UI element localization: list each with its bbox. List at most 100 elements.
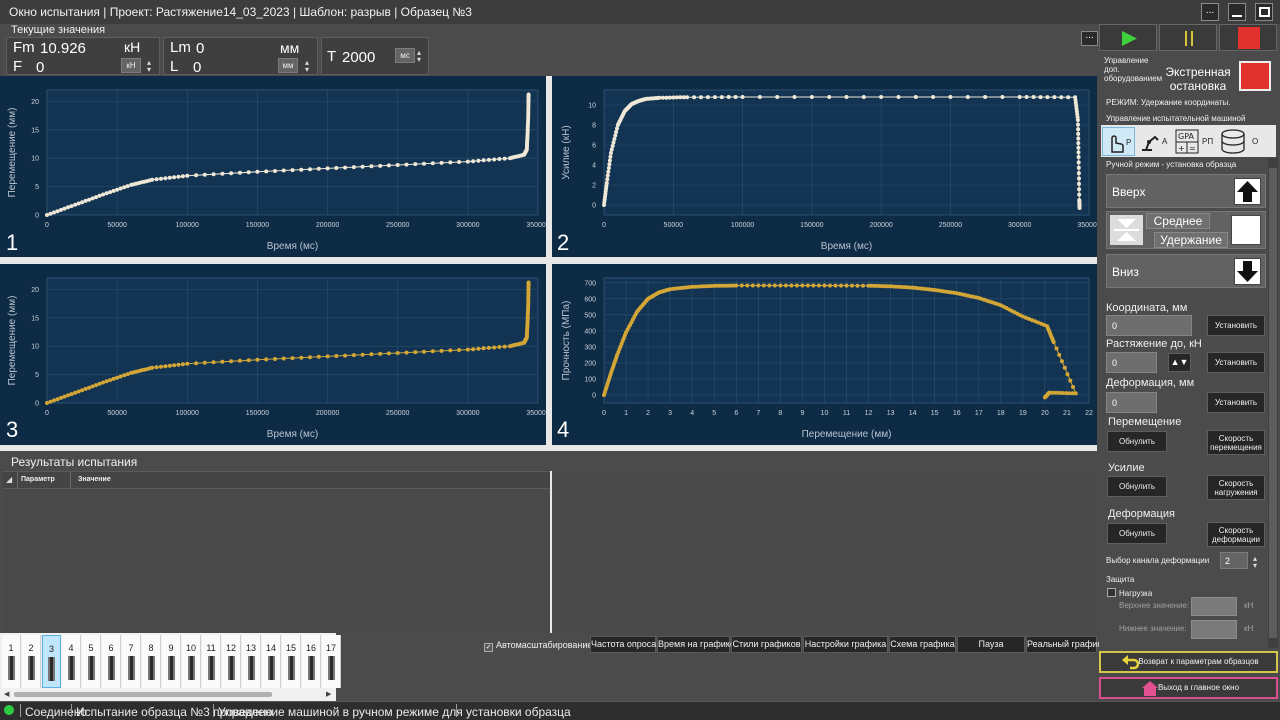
set-stretch-button[interactable]: Установить (1207, 352, 1265, 373)
t-unit-select[interactable]: мс (395, 48, 415, 63)
tab-database[interactable]: О (1217, 127, 1265, 156)
sample-slot-11[interactable]: 11 (202, 635, 221, 688)
specimen-icon (87, 656, 95, 680)
sample-slot-13[interactable]: 13 (242, 635, 261, 688)
data-point (739, 283, 744, 288)
move-down-button[interactable]: Вниз (1106, 254, 1266, 288)
load-checkbox-box[interactable] (1107, 588, 1116, 597)
specimen-icon (48, 657, 55, 681)
sample-slot-1[interactable]: 1 (2, 635, 21, 688)
y-axis-label: Перемещение (мм) (7, 296, 18, 386)
tab-program[interactable]: GPA + = РП (1173, 127, 1215, 156)
emergency-stop-button[interactable] (1239, 61, 1271, 91)
f-unit-select[interactable]: кН (121, 58, 141, 73)
sample-slot-7[interactable]: 7 (122, 635, 141, 688)
data-point (610, 144, 615, 148)
menu-dots-button[interactable]: ... (1201, 3, 1219, 21)
deformation-input[interactable]: 0 (1106, 392, 1157, 413)
sample-slot-2[interactable]: 2 (22, 635, 41, 688)
reset-movement-button[interactable]: Обнулить (1107, 431, 1167, 452)
sample-slot-9[interactable]: 9 (162, 635, 181, 688)
more-options-button[interactable]: ... (1081, 31, 1098, 46)
data-point (839, 283, 843, 288)
home-icon (1142, 681, 1158, 696)
reset-force-button[interactable]: Обнулить (1107, 476, 1167, 497)
lower-value-input[interactable] (1191, 620, 1237, 639)
checkmark-icon[interactable]: ✓ (484, 643, 493, 652)
data-point (220, 359, 225, 364)
pause-button[interactable]: Пауза (957, 636, 1025, 653)
scroll-left-icon[interactable]: ◀ (4, 690, 9, 698)
load-checkbox[interactable]: Нагрузка (1107, 588, 1152, 598)
sample-slot-5[interactable]: 5 (82, 635, 101, 688)
channel-spinner-icon[interactable]: ▴ ▾ (1253, 555, 1257, 570)
set-coordinate-button[interactable]: Установить (1207, 315, 1265, 336)
real-chart-button[interactable]: Реальный график (1026, 636, 1101, 653)
right-panel-scroll-thumb[interactable] (1269, 168, 1277, 638)
sample-slot-16[interactable]: 16 (302, 635, 321, 688)
data-point (122, 373, 127, 378)
col-param-header[interactable]: Параметр (21, 476, 55, 483)
center-position-button[interactable] (1110, 215, 1143, 245)
move-up-button[interactable]: Вверх (1106, 174, 1266, 208)
back-to-samples-button[interactable]: Возврат к параметрам образцов (1099, 651, 1278, 673)
minimize-button[interactable] (1228, 3, 1246, 21)
sample-slot-4[interactable]: 4 (62, 635, 81, 688)
upper-value-input[interactable] (1191, 597, 1237, 616)
maximize-button[interactable] (1255, 3, 1273, 21)
sample-slot-8[interactable]: 8 (142, 635, 161, 688)
autoscale-checkbox[interactable]: ✓ Автомасштабирование (484, 640, 592, 652)
channel-select[interactable]: 2 (1220, 552, 1248, 569)
lower-value-label: Нижнее значение: (1119, 624, 1187, 633)
sample-slot-3[interactable]: 3 (42, 635, 61, 688)
set-deformation-button[interactable]: Установить (1207, 392, 1265, 413)
coordinate-input[interactable]: 0 (1106, 315, 1192, 336)
chart-settings-button[interactable]: Настройки графика (803, 636, 888, 653)
data-point (606, 166, 611, 170)
l-unit-select[interactable]: мм (278, 58, 298, 73)
f-unit-spinner-icon[interactable]: ▴ ▾ (147, 59, 151, 74)
chart-scheme-button[interactable]: Схема графика (889, 636, 956, 653)
sample-slot-14[interactable]: 14 (262, 635, 281, 688)
y-tick-label: 0 (592, 203, 596, 210)
sample-tray-scroll-thumb[interactable] (14, 692, 272, 697)
sample-slot-10[interactable]: 10 (182, 635, 201, 688)
start-button[interactable] (1099, 24, 1157, 51)
hold-toggle[interactable] (1231, 215, 1261, 245)
stop-button[interactable] (1219, 24, 1277, 51)
data-point (108, 190, 113, 195)
reset-deformation-button[interactable]: Обнулить (1107, 523, 1167, 544)
l-unit-spinner-icon[interactable]: ▴ ▾ (305, 59, 309, 74)
poll-frequency-button[interactable]: Частота опроса (590, 636, 656, 653)
data-point (497, 157, 502, 161)
scroll-right-icon[interactable]: ▶ (326, 690, 331, 698)
sort-triangle-icon[interactable]: ◢ (6, 475, 12, 484)
t-unit-spinner-icon[interactable]: ▴ ▾ (417, 49, 421, 64)
time-on-chart-button[interactable]: Время на графике (657, 636, 735, 653)
tab-manual[interactable]: P (1102, 127, 1135, 156)
hold-button[interactable]: Удержание (1154, 232, 1228, 248)
stretch-spinner-icon[interactable]: ▲▼ (1168, 353, 1191, 372)
data-point (73, 390, 78, 395)
sample-slot-17[interactable]: 17 (322, 635, 341, 688)
x-tick-label: 250000 (939, 222, 962, 229)
col-value-header[interactable]: Значение (78, 476, 111, 483)
sample-slot-6[interactable]: 6 (102, 635, 121, 688)
hold-pause-button[interactable] (1159, 24, 1217, 51)
middle-button[interactable]: Среднее (1146, 213, 1210, 229)
chart-styles-button[interactable]: Стили графиков (731, 636, 802, 653)
sample-slot-15[interactable]: 15 (282, 635, 301, 688)
stretch-input[interactable]: 0 (1106, 352, 1157, 373)
load-speed-button[interactable]: Скорость нагружения (1207, 475, 1265, 500)
load-checkbox-label: Нагрузка (1119, 589, 1153, 598)
data-point (83, 198, 88, 203)
deformation-speed-button[interactable]: Скорость деформации (1207, 522, 1265, 547)
fm-label: Fm (13, 39, 35, 56)
sample-slot-12[interactable]: 12 (222, 635, 241, 688)
tab-auto[interactable]: A (1137, 127, 1171, 156)
data-point (614, 130, 619, 134)
movement-speed-button[interactable]: Скорость перемещения (1207, 430, 1265, 455)
data-point (73, 202, 78, 207)
exit-main-window-button[interactable]: Выход в главное окно (1099, 677, 1278, 699)
data-point (308, 355, 312, 360)
